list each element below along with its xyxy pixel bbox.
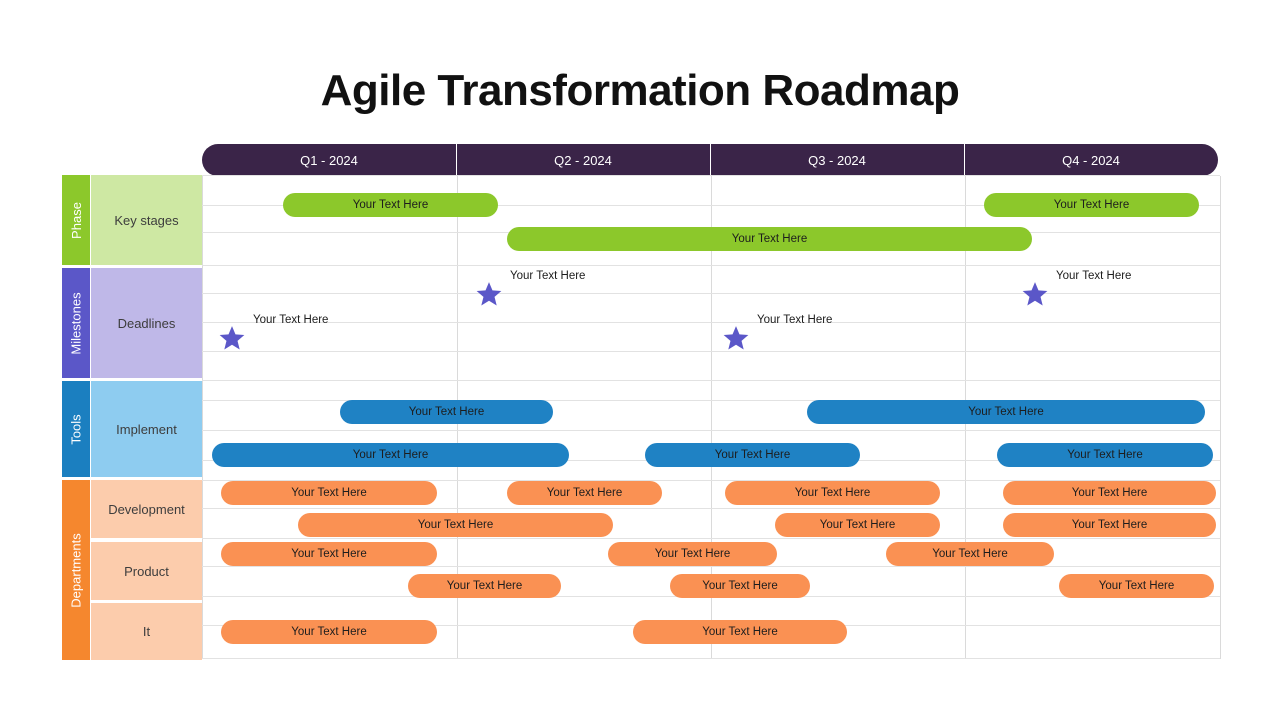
timeline-header: Q1 - 2024 Q2 - 2024 Q3 - 2024 Q4 - 2024 — [202, 144, 1218, 176]
page-title: Agile Transformation Roadmap — [320, 66, 960, 115]
grid-hline — [202, 265, 1220, 266]
gantt-bar[interactable]: Your Text Here — [1059, 574, 1214, 598]
timeline-column-header[interactable]: Q2 - 2024 — [456, 144, 710, 176]
grid-hline — [202, 508, 1220, 509]
milestone-label: Your Text Here — [253, 314, 329, 326]
gantt-bar[interactable]: Your Text Here — [298, 513, 613, 537]
gantt-bar[interactable]: Your Text Here — [1003, 481, 1216, 505]
roadmap-chart: Agile Transformation Roadmap Phase Milest… — [0, 0, 1280, 720]
gantt-bar[interactable]: Your Text Here — [283, 193, 498, 217]
grid-hline — [202, 322, 1220, 323]
axis-row-product: Product — [91, 542, 202, 600]
gantt-bar[interactable]: Your Text Here — [212, 443, 569, 467]
axis-group-milestones: Milestones — [62, 268, 90, 378]
milestone-star-icon[interactable] — [219, 325, 245, 351]
grid-hline — [202, 538, 1220, 539]
gantt-bar[interactable]: Your Text Here — [340, 400, 553, 424]
gantt-bar[interactable]: Your Text Here — [221, 620, 437, 644]
gantt-bar[interactable]: Your Text Here — [507, 227, 1032, 251]
milestone-star-icon[interactable] — [723, 325, 749, 351]
milestone-label: Your Text Here — [1056, 270, 1132, 282]
gantt-bar[interactable]: Your Text Here — [984, 193, 1199, 217]
gantt-bar[interactable]: Your Text Here — [807, 400, 1205, 424]
axis-group-label: Tools — [68, 413, 84, 445]
gantt-bar[interactable]: Your Text Here — [221, 481, 437, 505]
grid-hline — [202, 380, 1220, 381]
axis-row-implement: Implement — [91, 381, 202, 477]
axis-row-deadlines: Deadlines — [91, 268, 202, 378]
axis-row-key-stages: Key stages — [91, 175, 202, 265]
timeline-column-header[interactable]: Q4 - 2024 — [964, 144, 1218, 176]
axis-row-it: It — [91, 603, 202, 660]
gantt-bar[interactable]: Your Text Here — [507, 481, 662, 505]
grid-hline — [202, 175, 1220, 176]
gantt-bar[interactable]: Your Text Here — [775, 513, 940, 537]
gantt-bar[interactable]: Your Text Here — [608, 542, 777, 566]
milestone-label: Your Text Here — [510, 270, 586, 282]
axis-group-phase: Phase — [62, 175, 90, 265]
grid-hline — [202, 351, 1220, 352]
axis-group-label: Milestones — [68, 291, 84, 355]
milestone-label: Your Text Here — [757, 314, 833, 326]
gantt-bar[interactable]: Your Text Here — [408, 574, 561, 598]
milestone-star-icon[interactable] — [1022, 281, 1048, 307]
axis-group-label: Departments — [68, 532, 84, 608]
gantt-bar[interactable]: Your Text Here — [221, 542, 437, 566]
gantt-bar[interactable]: Your Text Here — [997, 443, 1213, 467]
grid-hline — [202, 293, 1220, 294]
timeline-column-header[interactable]: Q3 - 2024 — [710, 144, 964, 176]
gantt-bar[interactable]: Your Text Here — [633, 620, 847, 644]
grid-hline — [202, 566, 1220, 567]
gantt-bar[interactable]: Your Text Here — [645, 443, 860, 467]
milestone-star-icon[interactable] — [476, 281, 502, 307]
grid-vline — [202, 176, 203, 659]
timeline-column-header[interactable]: Q1 - 2024 — [202, 144, 456, 176]
axis-row-development: Development — [91, 480, 202, 538]
axis-group-label: Phase — [68, 201, 84, 239]
gantt-bar[interactable]: Your Text Here — [1003, 513, 1216, 537]
axis-group-tools: Tools — [62, 381, 90, 477]
grid-vline — [1220, 176, 1221, 659]
grid-hline — [202, 430, 1220, 431]
gantt-bar[interactable]: Your Text Here — [725, 481, 940, 505]
grid-hline — [202, 658, 1220, 659]
gantt-bar[interactable]: Your Text Here — [886, 542, 1054, 566]
axis-group-departments: Departments — [62, 480, 90, 660]
gantt-bar[interactable]: Your Text Here — [670, 574, 810, 598]
